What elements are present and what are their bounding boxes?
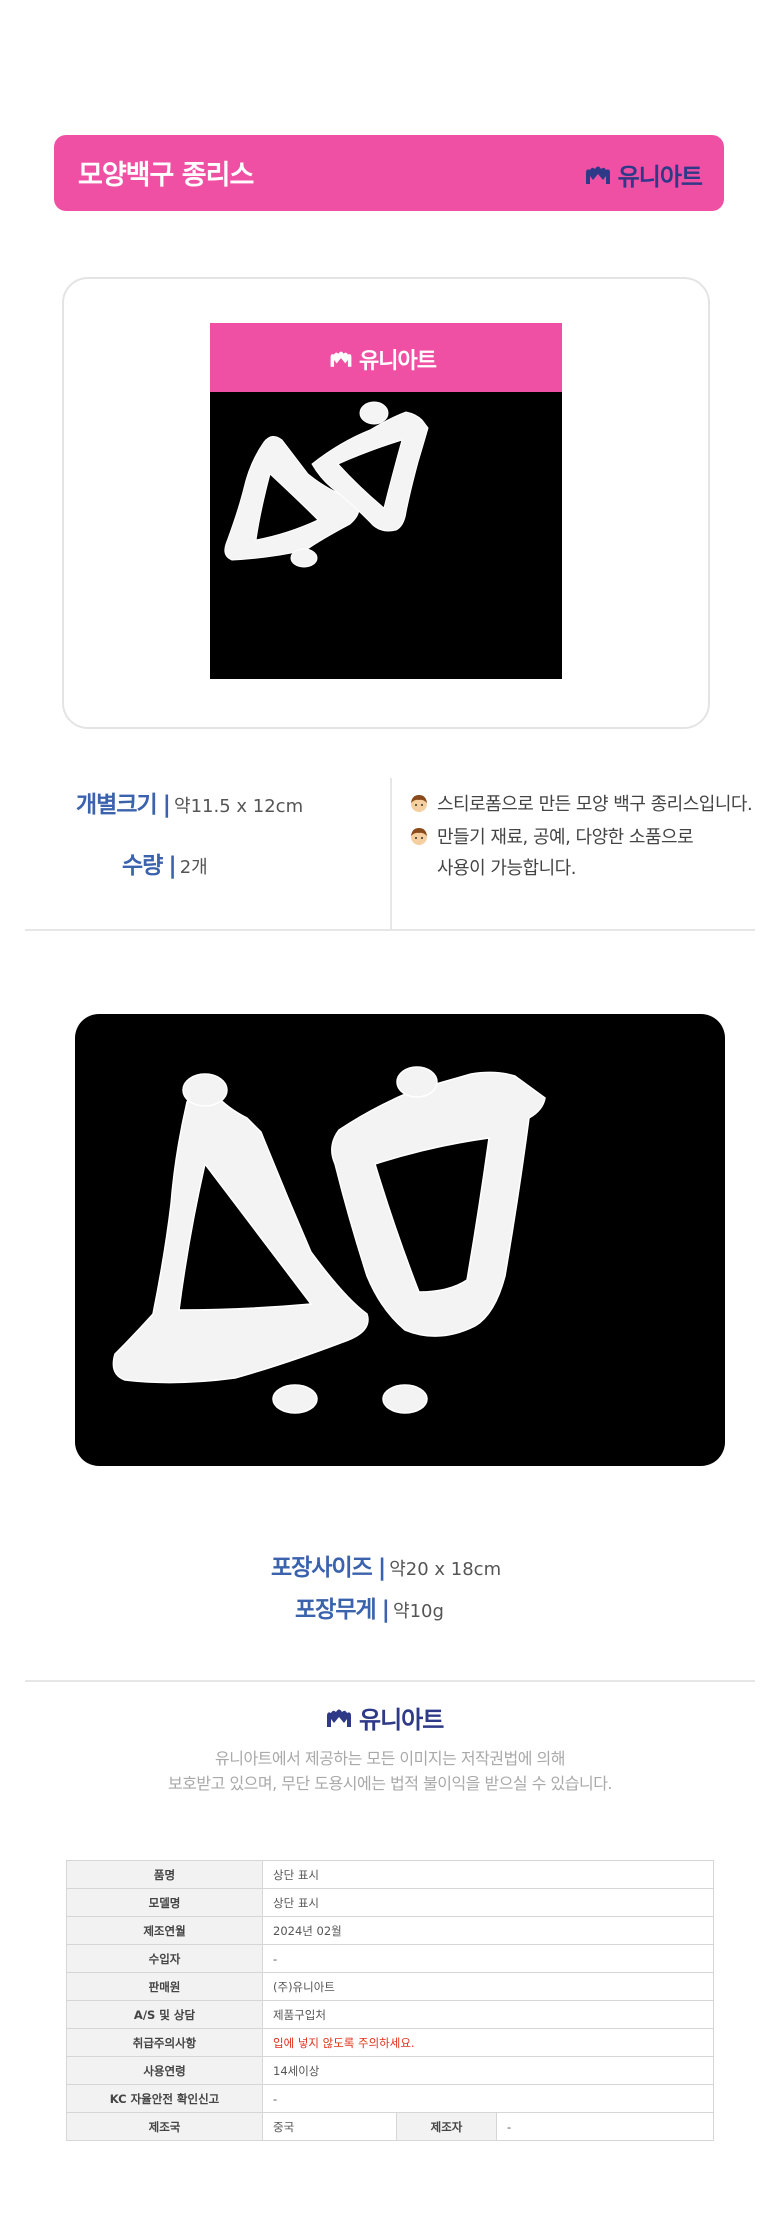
package-size-value: 약20 x 18cm [389,1559,502,1580]
info-key: 판매원 [66,1972,263,2001]
info-key: 사용연령 [66,2056,263,2085]
table-row: A/S 및 상담 제품구입처 [66,2000,714,2029]
size-spec: 개별크기 | 약11.5 x 12cm [76,785,303,819]
quantity-spec: 수량 | 2개 [122,846,208,880]
info-value: - [496,2112,714,2141]
large-product-image [75,1014,725,1466]
footer-brand-logo: 유니아트 [324,1700,444,1735]
brand-name: 유니아트 [617,163,703,191]
page-title: 모양백구 종리스 [78,160,254,191]
info-value: 14세이상 [262,2056,714,2085]
info-value: (주)유니아트 [262,1972,714,2001]
table-row: 제조연월 2024년 02월 [66,1916,714,1945]
table-row: 제조국 중국 제조자 - [66,2112,714,2141]
foam-bell-shapes [224,401,429,568]
child-face-icon [411,828,427,845]
package-weight-spec: 포장무게 | 약10g [295,1590,444,1624]
info-value: 제품구입처 [262,2000,714,2029]
quantity-label: 수량 [122,853,163,879]
table-row: 모델명 상단 표시 [66,1888,714,1917]
package-size-separator: | [377,1555,386,1581]
info-value: 상단 표시 [262,1888,714,1917]
info-value: 중국 [262,2112,397,2141]
table-row: 사용연령 14세이상 [66,2056,714,2085]
description-text: 사용이 가능합니다. [437,858,576,879]
foam-bell-shapes [112,1066,546,1414]
info-value: 입에 넣지 않도록 주의하세요. [262,2028,714,2057]
quantity-separator: | [168,853,176,879]
footer-divider [25,1680,755,1682]
info-key: KC 자율안전 확인신고 [66,2084,263,2113]
crown-icon [585,166,610,184]
title-banner: 모양백구 종리스 유니아트 [54,135,724,211]
product-info-table: 품명 상단 표시 모델명 상단 표시 제조연월 2024년 02월 수입자 - 판매원 (주)유니… [66,1860,714,2141]
image-brand-logo: 유니아트 [328,343,437,375]
image-brand-name: 유니아트 [359,349,437,374]
footer-brand-name: 유니아트 [359,1706,444,1734]
spec-divider [390,778,392,930]
copyright-notice: 유니아트에서 제공하는 모든 이미지는 저작권법에 의해 [215,1749,566,1768]
info-key: 취급주의사항 [66,2028,263,2057]
description-text: 스티로폼으로 만든 모양 백구 종리스입니다. [437,794,753,815]
description-text: 만들기 재료, 공예, 다양한 소품으로 [437,827,694,848]
table-row: 품명 상단 표시 [66,1860,714,1889]
quantity-value: 2개 [179,857,208,878]
brand-logo: 유니아트 [583,157,703,192]
crown-icon [330,351,352,367]
info-key: 품명 [66,1860,263,1889]
description-line: 사용이 가능합니다. [437,854,576,880]
info-key: 제조자 [396,2112,497,2141]
package-weight-label: 포장무게 [295,1597,377,1623]
info-value: 2024년 02월 [262,1916,714,1945]
table-row: 수입자 - [66,1944,714,1973]
info-key: 제조국 [66,2112,263,2141]
package-size-label: 포장사이즈 [271,1555,373,1581]
table-row: 판매원 (주)유니아트 [66,1972,714,2001]
table-row: 취급주의사항 입에 넣지 않도록 주의하세요. [66,2028,714,2057]
info-value: - [262,1944,714,1973]
table-row: KC 자율안전 확인신고 - [66,2084,714,2113]
info-key: 모델명 [66,1888,263,1917]
size-label: 개별크기 [76,792,158,818]
copyright-notice: 보호받고 있으며, 무단 도용시에는 법적 불이익을 받으실 수 있습니다. [167,1774,613,1793]
description-line: 만들기 재료, 공예, 다양한 소품으로 [409,823,694,849]
package-size-spec: 포장사이즈 | 약20 x 18cm [271,1548,501,1582]
product-image: 유니아트 [210,323,562,679]
description-line: 스티로폼으로 만든 모양 백구 종리스입니다. [409,790,753,816]
size-value: 약11.5 x 12cm [174,796,304,817]
info-key: 수입자 [66,1944,263,1973]
info-key: 제조연월 [66,1916,263,1945]
info-value: - [262,2084,714,2113]
section-divider [25,929,755,931]
child-face-icon [411,795,427,812]
crown-icon [327,1709,351,1727]
package-weight-value: 약10g [393,1601,444,1622]
info-value: 상단 표시 [262,1860,714,1889]
info-key: A/S 및 상담 [66,2000,263,2029]
package-weight-separator: | [381,1597,390,1623]
size-separator: | [162,792,171,818]
